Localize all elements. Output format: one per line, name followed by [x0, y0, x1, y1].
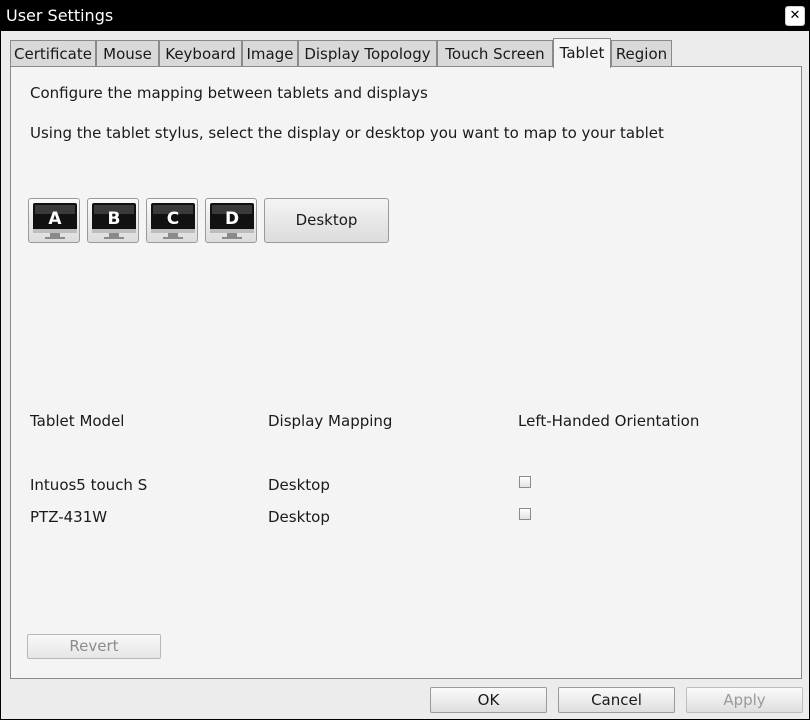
ok-button[interactable]: OK [430, 687, 547, 713]
tab-certificate[interactable]: Certificate [10, 40, 96, 67]
monitor-icon: C [151, 203, 195, 239]
title-bar: User Settings ✕ [1, 1, 809, 31]
display-mapping-cell: Desktop [268, 476, 330, 494]
user-settings-window: User Settings ✕ Certificate Mouse Keyboa… [0, 0, 810, 720]
instruction-text: Using the tablet stylus, select the disp… [30, 124, 664, 142]
display-letter-label: D [225, 209, 239, 229]
column-header-tablet-model: Tablet Model [30, 412, 125, 430]
tablet-model-cell: Intuos5 touch S [30, 476, 148, 494]
display-b-button[interactable]: B [87, 198, 139, 243]
tablet-panel [10, 66, 802, 679]
revert-button[interactable]: Revert [27, 634, 161, 659]
tab-tablet[interactable]: Tablet [553, 38, 611, 68]
monitor-icon: D [210, 203, 254, 239]
display-mapping-cell: Desktop [268, 508, 330, 526]
tab-mouse[interactable]: Mouse [96, 40, 159, 67]
display-c-button[interactable]: C [146, 198, 198, 243]
tab-touch-screen[interactable]: Touch Screen [437, 40, 553, 67]
tablet-model-cell: PTZ-431W [30, 508, 108, 526]
display-letter-label: C [167, 209, 179, 229]
tab-display-topology[interactable]: Display Topology [298, 40, 437, 67]
window-title: User Settings [6, 6, 114, 25]
close-icon: ✕ [789, 8, 801, 23]
monitor-icon: A [33, 203, 77, 239]
left-handed-checkbox[interactable] [519, 508, 531, 520]
tab-image[interactable]: Image [242, 40, 298, 67]
display-d-button[interactable]: D [205, 198, 257, 243]
apply-button[interactable]: Apply [686, 687, 803, 713]
left-handed-checkbox[interactable] [519, 476, 531, 488]
display-a-button[interactable]: A [28, 198, 80, 243]
display-letter-label: B [108, 209, 121, 229]
display-letter-label: A [48, 209, 62, 229]
tab-keyboard[interactable]: Keyboard [159, 40, 242, 67]
column-header-left-handed: Left-Handed Orientation [518, 412, 700, 430]
desktop-button[interactable]: Desktop [264, 198, 389, 243]
column-header-display-mapping: Display Mapping [268, 412, 393, 430]
monitor-icon: B [92, 203, 136, 239]
tab-region[interactable]: Region [611, 40, 672, 67]
close-button[interactable]: ✕ [785, 6, 805, 26]
panel-heading: Configure the mapping between tablets an… [30, 84, 428, 102]
cancel-button[interactable]: Cancel [558, 687, 675, 713]
